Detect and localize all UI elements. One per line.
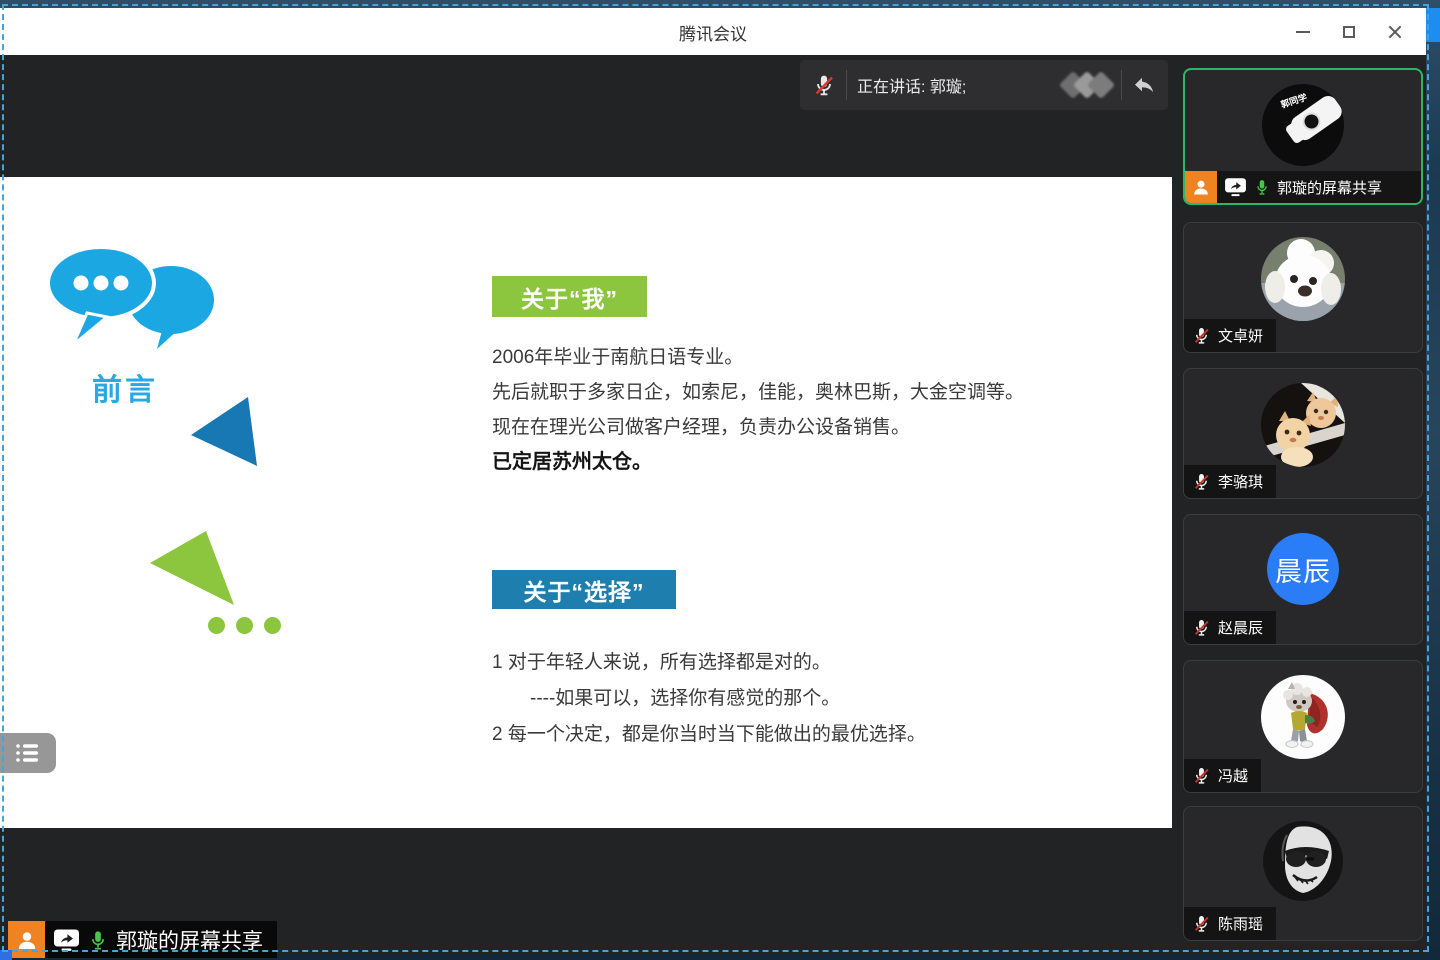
choice-item: ----如果可以，选择你有感觉的那个。 xyxy=(492,681,926,717)
blue-triangle-graphic xyxy=(185,392,265,470)
minimize-icon xyxy=(1296,31,1310,33)
participant-tile-chenyuyao[interactable]: 陈雨瑶 xyxy=(1183,806,1423,941)
screen-share-icon xyxy=(1224,177,1247,197)
close-icon xyxy=(1388,25,1402,39)
avatar: 郭同学 xyxy=(1262,84,1344,171)
about-me-text: 2006年毕业于南航日语专业。 先后就职于多家日企，如索尼，佳能，奥林巴斯，大金… xyxy=(492,340,1024,480)
share-banner-body: 郭璇的屏幕共享 xyxy=(45,921,277,958)
avatar xyxy=(1261,675,1345,764)
screen-share-banner: 郭璇的屏幕共享 xyxy=(8,921,277,958)
about-choice-text: 1 对于年轻人来说，所有选择都是对的。 ----如果可以，选择你有感觉的那个。 … xyxy=(492,645,926,753)
participant-tile-guoxuan[interactable]: 郭同学 郭璇的屏幕共享 xyxy=(1183,68,1423,205)
avatar xyxy=(1261,383,1345,472)
participant-status-bar: 文卓妍 xyxy=(1184,319,1276,352)
participant-list-button[interactable] xyxy=(0,733,56,773)
about-me-line: 现在在理光公司做客户经理，负责办公设备销售。 xyxy=(492,410,1024,445)
window-title: 腾讯会议 xyxy=(0,20,1426,45)
about-me-line: 2006年毕业于南航日语专业。 xyxy=(492,340,1024,375)
screen: 腾讯会议 正在讲话: 郭璇; xyxy=(0,0,1440,960)
mic-muted-icon xyxy=(1192,472,1211,491)
mic-on-icon xyxy=(1254,178,1270,196)
mic-muted-icon xyxy=(1192,914,1211,933)
avatar xyxy=(1261,237,1345,326)
maximize-button[interactable] xyxy=(1326,12,1372,52)
choice-item: 2 每一个决定，都是你当时当下能做出的最优选择。 xyxy=(492,717,926,753)
screen-share-icon xyxy=(53,928,80,952)
participant-name: 文卓妍 xyxy=(1218,325,1263,346)
avatar-initials: 晨辰 xyxy=(1267,533,1339,605)
mic-muted-icon xyxy=(1192,326,1211,345)
list-icon xyxy=(14,742,42,764)
participant-status-bar: 赵晨辰 xyxy=(1184,611,1276,644)
participant-name: 赵晨辰 xyxy=(1218,617,1263,638)
participant-tile-fengyue[interactable]: 冯越 xyxy=(1183,660,1423,793)
avatar: 晨辰 xyxy=(1267,533,1339,605)
participant-status-bar: 李骆琪 xyxy=(1184,465,1276,498)
green-triangle-graphic xyxy=(146,527,238,609)
participant-name: 陈雨瑶 xyxy=(1218,913,1263,934)
close-button[interactable] xyxy=(1372,12,1418,52)
share-banner-label: 郭璇的屏幕共享 xyxy=(116,925,263,955)
dot xyxy=(264,617,281,634)
participant-name: 冯越 xyxy=(1218,765,1248,786)
divider xyxy=(846,70,847,100)
mic-muted-icon[interactable] xyxy=(812,73,836,97)
participant-status-bar: 郭璇的屏幕共享 xyxy=(1185,171,1421,203)
speaking-label: 正在讲话: 郭璇; xyxy=(857,73,966,97)
dot xyxy=(208,617,225,634)
minimize-button[interactable] xyxy=(1280,12,1326,52)
speech-bubbles-graphic xyxy=(45,245,217,353)
host-icon xyxy=(8,921,45,958)
window-controls xyxy=(1280,8,1418,55)
reply-arrow-icon[interactable] xyxy=(1132,73,1156,97)
green-dots-graphic xyxy=(208,617,281,634)
title-bar: 腾讯会议 xyxy=(0,8,1426,55)
participant-name: 李骆琪 xyxy=(1218,471,1263,492)
speaking-status-bar: 正在讲话: 郭璇; xyxy=(800,60,1168,110)
participant-status-bar: 陈雨瑶 xyxy=(1184,907,1276,940)
about-me-line: 先后就职于多家日企，如索尼，佳能，奥林巴斯，大金空调等。 xyxy=(492,375,1024,410)
participant-status-bar: 冯越 xyxy=(1184,759,1261,792)
maximize-icon xyxy=(1343,26,1355,38)
desktop-fragment xyxy=(1426,8,1440,42)
about-me-header: 关于“我” xyxy=(492,276,647,317)
participant-name: 郭璇的屏幕共享 xyxy=(1277,177,1382,198)
preface-label: 前言 xyxy=(92,365,158,409)
about-me-bold-line: 已定居苏州太仓。 xyxy=(492,445,1024,480)
choice-item: 1 对于年轻人来说，所有选择都是对的。 xyxy=(492,645,926,681)
host-icon xyxy=(1185,171,1217,203)
desktop-fragment xyxy=(0,950,12,960)
about-choice-header: 关于“选择” xyxy=(492,570,676,609)
shared-slide: 前言 关于“我” 2006年毕业于南航日语专业。 先后就职于多家日企，如索尼，佳… xyxy=(0,177,1172,828)
mic-on-icon xyxy=(88,929,108,951)
divider xyxy=(1121,70,1122,100)
dot xyxy=(236,617,253,634)
avatar xyxy=(1263,821,1343,906)
participant-tile-wenzhuoyan[interactable]: 文卓妍 xyxy=(1183,222,1423,353)
speaker-avatars xyxy=(1063,75,1111,95)
participant-tile-liluoqi[interactable]: 李骆琪 xyxy=(1183,368,1423,499)
participant-tile-zhaochenchen[interactable]: 晨辰 赵晨辰 xyxy=(1183,514,1423,645)
mic-muted-icon xyxy=(1192,766,1211,785)
mic-muted-icon xyxy=(1192,618,1211,637)
